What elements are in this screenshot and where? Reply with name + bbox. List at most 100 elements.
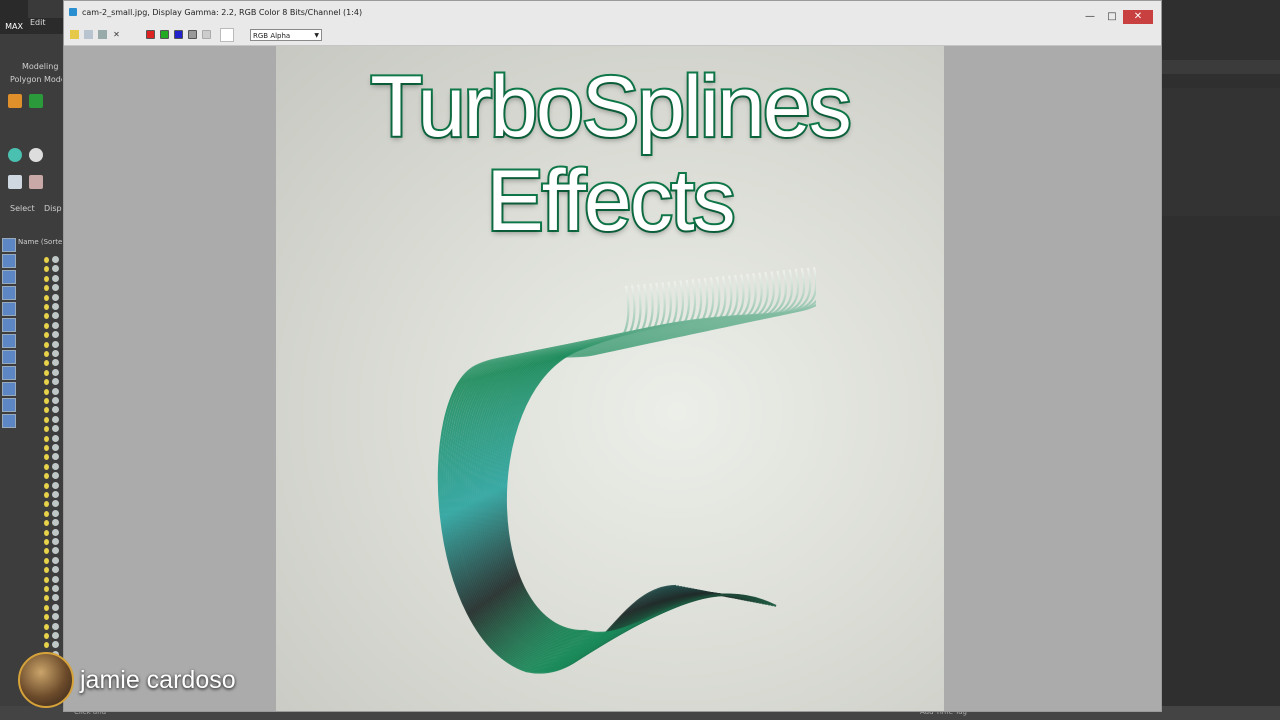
- scene-row[interactable]: [18, 594, 62, 603]
- side-tool-button[interactable]: [2, 366, 16, 380]
- green-channel-toggle[interactable]: [160, 30, 169, 39]
- light-icon[interactable]: [8, 148, 22, 162]
- scene-row[interactable]: [18, 444, 62, 453]
- maximize-button[interactable]: □: [1101, 10, 1123, 24]
- scene-row[interactable]: [18, 547, 62, 556]
- scene-row[interactable]: [18, 500, 62, 509]
- window-controls: — □ ✕: [1079, 4, 1153, 24]
- close-button[interactable]: ✕: [1123, 10, 1153, 24]
- scene-row[interactable]: [18, 472, 62, 481]
- frame-toolbar: ✕ RGB Alpha ▼: [64, 25, 1161, 46]
- scene-row[interactable]: [18, 641, 62, 650]
- side-tool-button[interactable]: [2, 286, 16, 300]
- side-tool-button[interactable]: [2, 238, 16, 252]
- headline: TurboSplines Effects: [276, 58, 944, 250]
- save-icon[interactable]: [70, 30, 79, 39]
- scene-row[interactable]: [18, 303, 62, 312]
- minimize-button[interactable]: —: [1079, 10, 1101, 24]
- ribbon-tab-modeling[interactable]: Modeling: [22, 62, 58, 71]
- mono-toggle[interactable]: [202, 30, 211, 39]
- scene-row[interactable]: [18, 350, 62, 359]
- column-header-name[interactable]: Name (Sorted: [18, 238, 62, 246]
- channel-select-value: RGB Alpha: [253, 32, 291, 40]
- headline-line-1: TurboSplines: [368, 58, 854, 156]
- scene-row[interactable]: [18, 453, 62, 462]
- max-logo-icon[interactable]: MAX: [0, 0, 28, 34]
- scene-row[interactable]: [18, 538, 62, 547]
- chair-strand: [498, 267, 812, 638]
- render-frame-icon[interactable]: [29, 175, 43, 189]
- scene-row[interactable]: [18, 368, 62, 378]
- scene-row[interactable]: [18, 622, 62, 632]
- scene-row[interactable]: [18, 603, 62, 613]
- channel-select[interactable]: RGB Alpha ▼: [250, 29, 322, 41]
- side-tool-button[interactable]: [2, 382, 16, 396]
- scene-row[interactable]: [18, 321, 62, 331]
- scene-row[interactable]: [18, 509, 62, 519]
- color-swatch[interactable]: [220, 28, 234, 42]
- sun-icon[interactable]: [29, 148, 43, 162]
- scene-row[interactable]: [18, 632, 62, 641]
- side-tool-button[interactable]: [2, 318, 16, 332]
- presenter-name: jamie cardoso: [80, 666, 236, 694]
- side-tool-button[interactable]: [2, 350, 16, 364]
- red-channel-toggle[interactable]: [146, 30, 155, 39]
- scene-row[interactable]: [18, 274, 62, 284]
- chair-strand: [502, 299, 816, 636]
- scene-row[interactable]: [18, 519, 62, 528]
- presenter-avatar: [18, 652, 74, 708]
- teapot-icon[interactable]: [8, 175, 22, 189]
- explorer-tab-display[interactable]: Display: [44, 204, 62, 213]
- scene-row[interactable]: [18, 481, 62, 491]
- side-tool-button[interactable]: [2, 254, 16, 268]
- clone-icon[interactable]: [84, 30, 93, 39]
- max-left-panel: Modeling Polygon Modeling Select Display…: [0, 34, 63, 720]
- scene-row[interactable]: [18, 491, 62, 500]
- window-title-bar[interactable]: cam-2_small.jpg, Display Gamma: 2.2, RGB…: [64, 1, 1161, 25]
- scene-row[interactable]: [18, 256, 62, 265]
- scene-row[interactable]: [18, 415, 62, 425]
- scene-row[interactable]: [18, 387, 62, 397]
- frame-viewport: TurboSplines Effects: [64, 46, 1161, 711]
- side-tool-button[interactable]: [2, 302, 16, 316]
- side-tool-button[interactable]: [2, 398, 16, 412]
- clear-icon[interactable]: ✕: [112, 30, 121, 39]
- scene-row[interactable]: [18, 575, 62, 585]
- chair-strand: [494, 268, 799, 640]
- side-tool-button[interactable]: [2, 334, 16, 348]
- fp-icon[interactable]: [8, 94, 22, 108]
- scene-row[interactable]: [18, 434, 62, 444]
- ribbon-polygon-modeling[interactable]: Polygon Modeling: [10, 75, 62, 84]
- chair-strand: [500, 266, 816, 637]
- side-tool-button[interactable]: [2, 270, 16, 284]
- alpha-channel-toggle[interactable]: [188, 30, 197, 39]
- scene-row[interactable]: [18, 331, 62, 340]
- print-icon[interactable]: [98, 30, 107, 39]
- scene-row[interactable]: [18, 556, 62, 566]
- scene-row[interactable]: [18, 462, 62, 472]
- blue-channel-toggle[interactable]: [174, 30, 183, 39]
- chair-strand: [488, 270, 781, 644]
- scene-row[interactable]: [18, 528, 62, 538]
- plant-icon[interactable]: [29, 94, 43, 108]
- chevron-down-icon: ▼: [314, 32, 319, 39]
- command-panel-tabs: [1162, 60, 1280, 74]
- scene-row[interactable]: [18, 284, 62, 293]
- menu-edit[interactable]: Edit: [30, 18, 60, 32]
- scene-row[interactable]: [18, 340, 62, 350]
- side-tool-button[interactable]: [2, 414, 16, 428]
- chair-strand: [504, 303, 816, 634]
- scene-row[interactable]: [18, 312, 62, 321]
- scene-row[interactable]: [18, 397, 62, 406]
- scene-row[interactable]: [18, 585, 62, 594]
- explorer-tab-select[interactable]: Select: [10, 204, 35, 213]
- scene-row[interactable]: [18, 265, 62, 274]
- scene-row[interactable]: [18, 613, 62, 622]
- scene-row[interactable]: [18, 406, 62, 415]
- scene-row[interactable]: [18, 293, 62, 303]
- scene-row[interactable]: [18, 378, 62, 387]
- scene-row[interactable]: [18, 359, 62, 368]
- scene-row[interactable]: [18, 425, 62, 434]
- window-title: cam-2_small.jpg, Display Gamma: 2.2, RGB…: [82, 8, 363, 17]
- scene-row[interactable]: [18, 566, 62, 575]
